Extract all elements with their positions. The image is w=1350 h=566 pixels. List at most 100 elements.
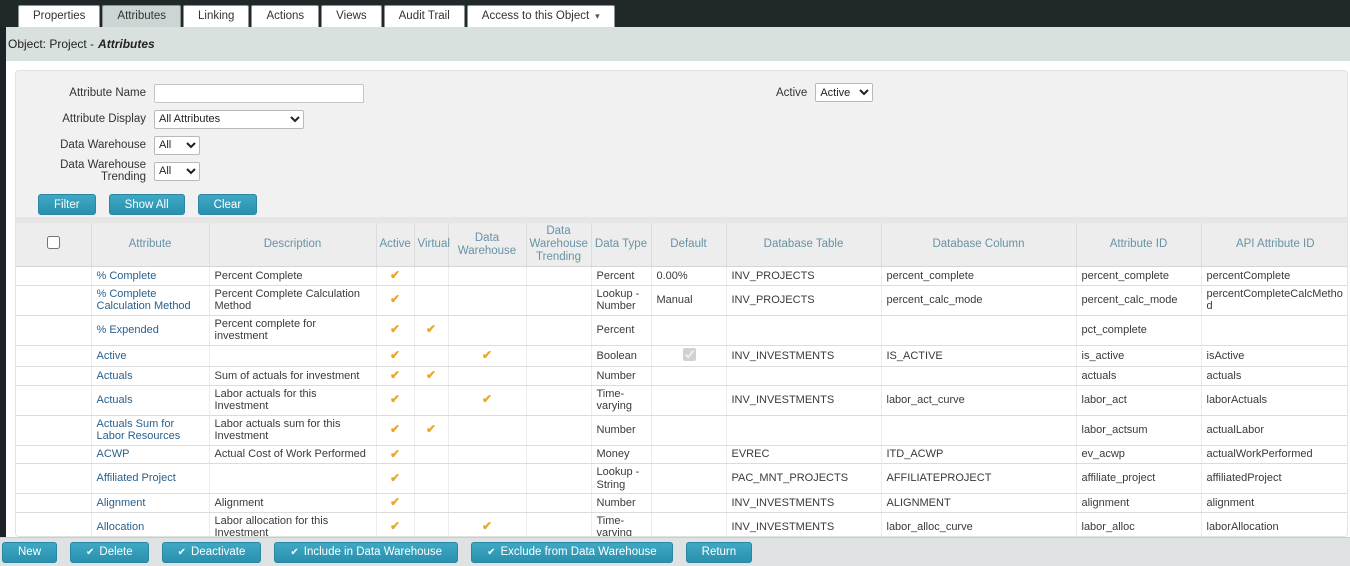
virtual-check-cell bbox=[414, 285, 448, 315]
attribute-link[interactable]: Active bbox=[97, 350, 127, 362]
active-check-cell: ✔ bbox=[376, 445, 414, 464]
data-type-cell: Lookup - Number bbox=[591, 285, 651, 315]
table-row: % Complete Calculation Method Percent Co… bbox=[16, 285, 1348, 315]
dwt-check-cell bbox=[526, 494, 591, 513]
check-icon: ✔ bbox=[290, 547, 298, 558]
database-table-cell: INV_PROJECTS bbox=[726, 267, 881, 286]
active-check-cell: ✔ bbox=[376, 345, 414, 367]
dwt-check-cell bbox=[526, 415, 591, 445]
check-icon: ✔ bbox=[390, 322, 400, 336]
return-button[interactable]: Return bbox=[686, 542, 753, 563]
attribute-cell: Allocation bbox=[91, 512, 209, 537]
include-in-data-warehouse-button[interactable]: ✔Include in Data Warehouse bbox=[274, 542, 458, 563]
new-button[interactable]: New bbox=[2, 542, 57, 563]
database-column-cell: ALIGNMENT bbox=[881, 494, 1076, 513]
dw-check-cell bbox=[448, 285, 526, 315]
deactivate-button[interactable]: ✔Deactivate bbox=[162, 542, 262, 563]
attribute-cell: % Expended bbox=[91, 315, 209, 345]
virtual-check-cell bbox=[414, 345, 448, 367]
default-cell bbox=[651, 494, 726, 513]
database-table-cell bbox=[726, 367, 881, 386]
attribute-cell: % Complete Calculation Method bbox=[91, 285, 209, 315]
check-icon: ✔ bbox=[390, 447, 400, 461]
check-icon: ✔ bbox=[390, 471, 400, 485]
tab-linking[interactable]: Linking bbox=[183, 5, 249, 27]
database-table-cell: INV_INVESTMENTS bbox=[726, 494, 881, 513]
attribute-link[interactable]: % Complete Calculation Method bbox=[97, 288, 191, 313]
database-table-cell: INV_PROJECTS bbox=[726, 285, 881, 315]
virtual-check-cell bbox=[414, 385, 448, 415]
attribute-id-cell: affiliate_project bbox=[1076, 464, 1201, 494]
attribute-id-cell: is_active bbox=[1076, 345, 1201, 367]
attribute-link[interactable]: Alignment bbox=[97, 497, 146, 509]
clear-button[interactable]: Clear bbox=[198, 194, 257, 215]
attribute-link[interactable]: Actuals bbox=[97, 370, 133, 382]
table-header-row: Attribute Description Active Virtual Dat… bbox=[16, 220, 1348, 267]
virtual-check-cell: ✔ bbox=[414, 315, 448, 345]
attribute-link[interactable]: Affiliated Project bbox=[97, 472, 176, 484]
tab-actions[interactable]: Actions bbox=[251, 5, 319, 27]
attribute-link[interactable]: Actuals bbox=[97, 394, 133, 406]
dwt-check-cell bbox=[526, 285, 591, 315]
attribute-link[interactable]: % Complete bbox=[97, 270, 157, 282]
filter-area: Attribute Name Attribute Display All Att… bbox=[16, 71, 1347, 217]
attribute-link[interactable]: Actuals Sum for Labor Resources bbox=[97, 418, 181, 443]
dwt-check-cell bbox=[526, 512, 591, 537]
tab-views[interactable]: Views bbox=[321, 5, 381, 27]
attribute-cell: Actuals Sum for Labor Resources bbox=[91, 415, 209, 445]
show-all-button[interactable]: Show All bbox=[109, 194, 185, 215]
check-icon: ✔ bbox=[390, 392, 400, 406]
col-database-table: Database Table bbox=[726, 220, 881, 267]
api-attribute-id-cell: actualWorkPerformed bbox=[1201, 445, 1348, 464]
attribute-link[interactable]: % Expended bbox=[97, 324, 159, 336]
attribute-display-select[interactable]: All Attributes bbox=[154, 110, 304, 129]
page: Properties Attributes Linking Actions Vi… bbox=[0, 0, 1350, 566]
col-database-column: Database Column bbox=[881, 220, 1076, 267]
default-cell bbox=[651, 315, 726, 345]
dw-check-cell bbox=[448, 464, 526, 494]
chevron-down-icon: ▾ bbox=[595, 11, 600, 22]
attribute-cell: Active bbox=[91, 345, 209, 367]
attribute-name-input[interactable] bbox=[154, 84, 364, 103]
left-edge-strip bbox=[0, 27, 6, 537]
description-cell: Alignment bbox=[209, 494, 376, 513]
row-select-cell bbox=[16, 494, 91, 513]
dwt-check-cell bbox=[526, 345, 591, 367]
filter-button[interactable]: Filter bbox=[38, 194, 96, 215]
active-filter-label: Active bbox=[776, 87, 807, 99]
dwt-check-cell bbox=[526, 385, 591, 415]
default-cell bbox=[651, 345, 726, 367]
check-icon: ✔ bbox=[390, 348, 400, 362]
tab-audit-trail[interactable]: Audit Trail bbox=[384, 5, 465, 27]
virtual-check-cell: ✔ bbox=[414, 367, 448, 386]
active-check-cell: ✔ bbox=[376, 267, 414, 286]
col-attribute-id: Attribute ID bbox=[1076, 220, 1201, 267]
tab-access-to-this-object[interactable]: Access to this Object ▾ bbox=[467, 5, 615, 27]
dwt-check-cell bbox=[526, 464, 591, 494]
default-cell bbox=[651, 415, 726, 445]
table-row: % Complete Percent Complete ✔ Percent 0.… bbox=[16, 267, 1348, 286]
tab-attributes[interactable]: Attributes bbox=[102, 5, 181, 27]
attribute-link[interactable]: ACWP bbox=[97, 448, 130, 460]
attributes-table: Attribute Description Active Virtual Dat… bbox=[16, 217, 1348, 537]
select-all-checkbox[interactable] bbox=[47, 236, 60, 249]
check-icon: ✔ bbox=[390, 292, 400, 306]
description-cell bbox=[209, 464, 376, 494]
data-type-cell: Boolean bbox=[591, 345, 651, 367]
data-type-cell: Lookup - String bbox=[591, 464, 651, 494]
exclude-from-data-warehouse-button[interactable]: ✔Exclude from Data Warehouse bbox=[471, 542, 673, 563]
data-warehouse-trending-select[interactable]: All bbox=[154, 162, 200, 181]
delete-button[interactable]: ✔Delete bbox=[70, 542, 149, 563]
virtual-check-cell bbox=[414, 512, 448, 537]
attribute-cell: Actuals bbox=[91, 385, 209, 415]
database-column-cell bbox=[881, 415, 1076, 445]
check-icon: ✔ bbox=[86, 547, 94, 558]
tab-properties[interactable]: Properties bbox=[18, 5, 100, 27]
data-warehouse-select[interactable]: All bbox=[154, 136, 200, 155]
attribute-cell: % Complete bbox=[91, 267, 209, 286]
attribute-cell: Actuals bbox=[91, 367, 209, 386]
attribute-link[interactable]: Allocation bbox=[97, 521, 145, 533]
row-select-cell bbox=[16, 385, 91, 415]
active-filter-select[interactable]: Active bbox=[815, 83, 873, 102]
active-check-cell: ✔ bbox=[376, 367, 414, 386]
